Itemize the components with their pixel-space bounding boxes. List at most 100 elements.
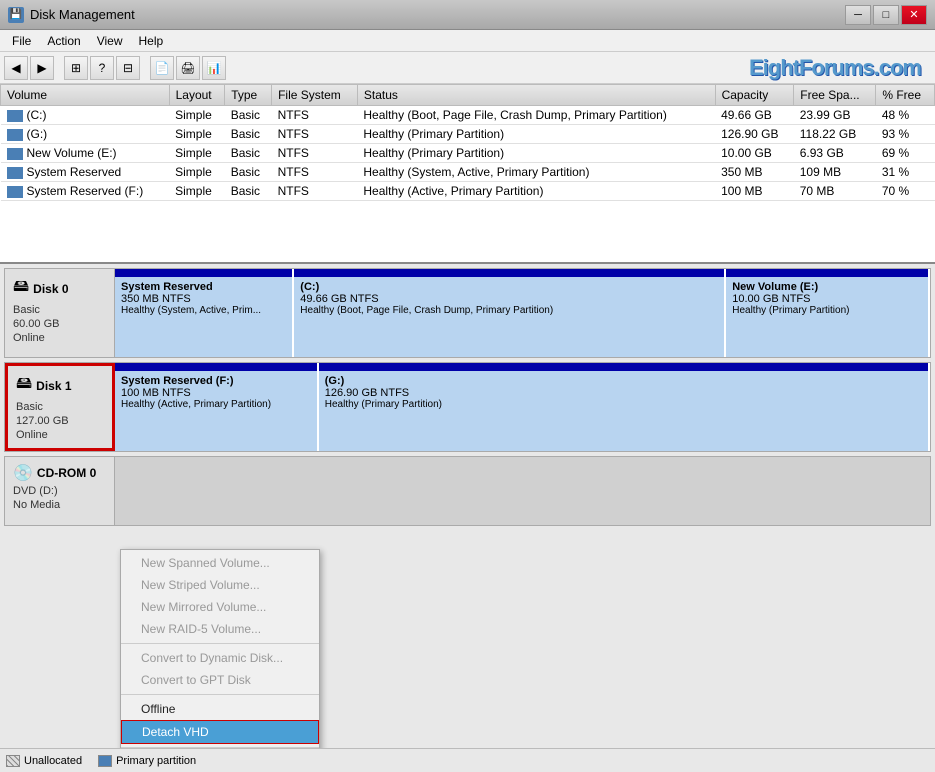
close-button[interactable]: ✕ xyxy=(901,5,927,25)
disk0-part1-status: Healthy (Boot, Page File, Crash Dump, Pr… xyxy=(300,305,718,316)
volume-row-4[interactable]: System Reserved (F:) Simple Basic NTFS H… xyxy=(1,182,935,201)
disk0-partition-2[interactable]: New Volume (E:) 10.00 GB NTFS Healthy (P… xyxy=(726,269,930,357)
disk1-part1-size: 126.90 GB NTFS xyxy=(325,387,922,399)
vol-status-3: Healthy (System, Active, Primary Partiti… xyxy=(357,163,715,182)
disk1-part1-name: (G:) xyxy=(325,375,922,387)
disk1-partition-1[interactable]: (G:) 126.90 GB NTFS Healthy (Primary Par… xyxy=(319,363,930,451)
col-pctfree[interactable]: % Free xyxy=(876,85,935,106)
vol-free-2: 6.93 GB xyxy=(794,144,876,163)
vol-pct-2: 69 % xyxy=(876,144,935,163)
main-content: Volume Layout Type File System Status Ca… xyxy=(0,84,935,748)
menu-action[interactable]: Action xyxy=(39,32,88,50)
context-menu-item-9[interactable]: Detach VHD xyxy=(121,720,319,744)
disk0-part0-size: 350 MB NTFS xyxy=(121,293,286,305)
volume-table: Volume Layout Type File System Status Ca… xyxy=(0,84,935,201)
disk1-part0-name: System Reserved (F:) xyxy=(121,375,311,387)
disk1-part0-size: 100 MB NTFS xyxy=(121,387,311,399)
cdrom0-partitions xyxy=(115,457,930,525)
menu-view[interactable]: View xyxy=(89,32,131,50)
legend-unallocated: Unallocated xyxy=(6,755,82,767)
maximize-button[interactable]: □ xyxy=(873,5,899,25)
vol-fs-4: NTFS xyxy=(272,182,358,201)
vol-name-1: (G:) xyxy=(1,125,170,144)
disk1-size: 127.00 GB xyxy=(16,415,104,427)
disk1-name: Disk 1 xyxy=(36,379,71,393)
show-hide-button[interactable]: ⊞ xyxy=(64,56,88,80)
context-menu-sep-4 xyxy=(121,643,319,644)
vol-name-3: System Reserved xyxy=(1,163,170,182)
disk1-part0-status: Healthy (Active, Primary Partition) xyxy=(121,399,311,410)
volume-row-1[interactable]: (G:) Simple Basic NTFS Healthy (Primary … xyxy=(1,125,935,144)
vol-type-0: Basic xyxy=(225,106,272,125)
menu-file[interactable]: File xyxy=(4,32,39,50)
vol-fs-0: NTFS xyxy=(272,106,358,125)
col-capacity[interactable]: Capacity xyxy=(715,85,794,106)
cdrom0-name: CD-ROM 0 xyxy=(37,466,96,480)
properties-button[interactable]: ⊟ xyxy=(116,56,140,80)
legend-unallocated-label: Unallocated xyxy=(24,755,82,767)
vol-status-4: Healthy (Active, Primary Partition) xyxy=(357,182,715,201)
vol-capacity-2: 10.00 GB xyxy=(715,144,794,163)
forward-button[interactable]: ▶ xyxy=(30,56,54,80)
vol-status-0: Healthy (Boot, Page File, Crash Dump, Pr… xyxy=(357,106,715,125)
chart-button[interactable]: 📊 xyxy=(202,56,226,80)
col-status[interactable]: Status xyxy=(357,85,715,106)
vol-type-2: Basic xyxy=(225,144,272,163)
col-volume[interactable]: Volume xyxy=(1,85,170,106)
app-icon: 💾 xyxy=(8,7,24,23)
window-controls: ─ □ ✕ xyxy=(845,5,927,25)
vol-pct-3: 31 % xyxy=(876,163,935,182)
menu-help[interactable]: Help xyxy=(131,32,172,50)
vol-pct-0: 48 % xyxy=(876,106,935,125)
vol-status-2: Healthy (Primary Partition) xyxy=(357,144,715,163)
menu-bar: File Action View Help xyxy=(0,30,935,52)
volume-row-2[interactable]: New Volume (E:) Simple Basic NTFS Health… xyxy=(1,144,935,163)
col-filesystem[interactable]: File System xyxy=(272,85,358,106)
new-button[interactable]: 📄 xyxy=(150,56,174,80)
vol-type-4: Basic xyxy=(225,182,272,201)
cdrom0-label[interactable]: 💿 CD-ROM 0 DVD (D:) No Media xyxy=(5,457,115,525)
context-menu-item-6: Convert to GPT Disk xyxy=(121,669,319,691)
legend-primary-label: Primary partition xyxy=(116,755,196,767)
disk-panels: 🖴 Disk 0 Basic 60.00 GB Online System Re… xyxy=(0,264,935,748)
minimize-button[interactable]: ─ xyxy=(845,5,871,25)
disk0-row: 🖴 Disk 0 Basic 60.00 GB Online System Re… xyxy=(4,268,931,358)
vol-free-4: 70 MB xyxy=(794,182,876,201)
vol-free-3: 109 MB xyxy=(794,163,876,182)
disk0-part0-status: Healthy (System, Active, Prim... xyxy=(121,305,286,316)
title-bar: 💾 Disk Management ─ □ ✕ xyxy=(0,0,935,30)
legend-primary-box xyxy=(98,755,112,767)
toolbar-logo: EightForums.com xyxy=(749,55,931,81)
vol-layout-4: Simple xyxy=(169,182,225,201)
disk0-size: 60.00 GB xyxy=(13,318,106,330)
legend-unallocated-box xyxy=(6,755,20,767)
volume-row-3[interactable]: System Reserved Simple Basic NTFS Health… xyxy=(1,163,935,182)
disk0-part1-size: 49.66 GB NTFS xyxy=(300,293,718,305)
back-button[interactable]: ◀ xyxy=(4,56,28,80)
disk1-partition-0[interactable]: System Reserved (F:) 100 MB NTFS Healthy… xyxy=(115,363,319,451)
disk0-part2-size: 10.00 GB NTFS xyxy=(732,293,922,305)
vol-type-1: Basic xyxy=(225,125,272,144)
context-menu-item-3: New RAID-5 Volume... xyxy=(121,618,319,640)
col-type[interactable]: Type xyxy=(225,85,272,106)
context-menu-item-1: New Striped Volume... xyxy=(121,574,319,596)
disk1-partitions: System Reserved (F:) 100 MB NTFS Healthy… xyxy=(115,363,930,451)
context-menu-item-8[interactable]: Offline xyxy=(121,698,319,720)
col-freespace[interactable]: Free Spa... xyxy=(794,85,876,106)
cdrom0-status: No Media xyxy=(13,499,106,511)
vol-layout-0: Simple xyxy=(169,106,225,125)
window-title: Disk Management xyxy=(30,7,135,22)
cdrom0-row: 💿 CD-ROM 0 DVD (D:) No Media xyxy=(4,456,931,526)
disk0-partition-0[interactable]: System Reserved 350 MB NTFS Healthy (Sys… xyxy=(115,269,294,357)
vol-layout-2: Simple xyxy=(169,144,225,163)
context-menu-sep-10 xyxy=(121,747,319,748)
volume-row-0[interactable]: (C:) Simple Basic NTFS Healthy (Boot, Pa… xyxy=(1,106,935,125)
disk0-partition-1[interactable]: (C:) 49.66 GB NTFS Healthy (Boot, Page F… xyxy=(294,269,726,357)
vol-type-3: Basic xyxy=(225,163,272,182)
print-button[interactable]: 🖨 xyxy=(176,56,200,80)
disk1-label[interactable]: 🖴 Disk 1 Basic 127.00 GB Online xyxy=(5,363,115,451)
col-layout[interactable]: Layout xyxy=(169,85,225,106)
vol-layout-1: Simple xyxy=(169,125,225,144)
help-button[interactable]: ? xyxy=(90,56,114,80)
disk0-label[interactable]: 🖴 Disk 0 Basic 60.00 GB Online xyxy=(5,269,115,357)
